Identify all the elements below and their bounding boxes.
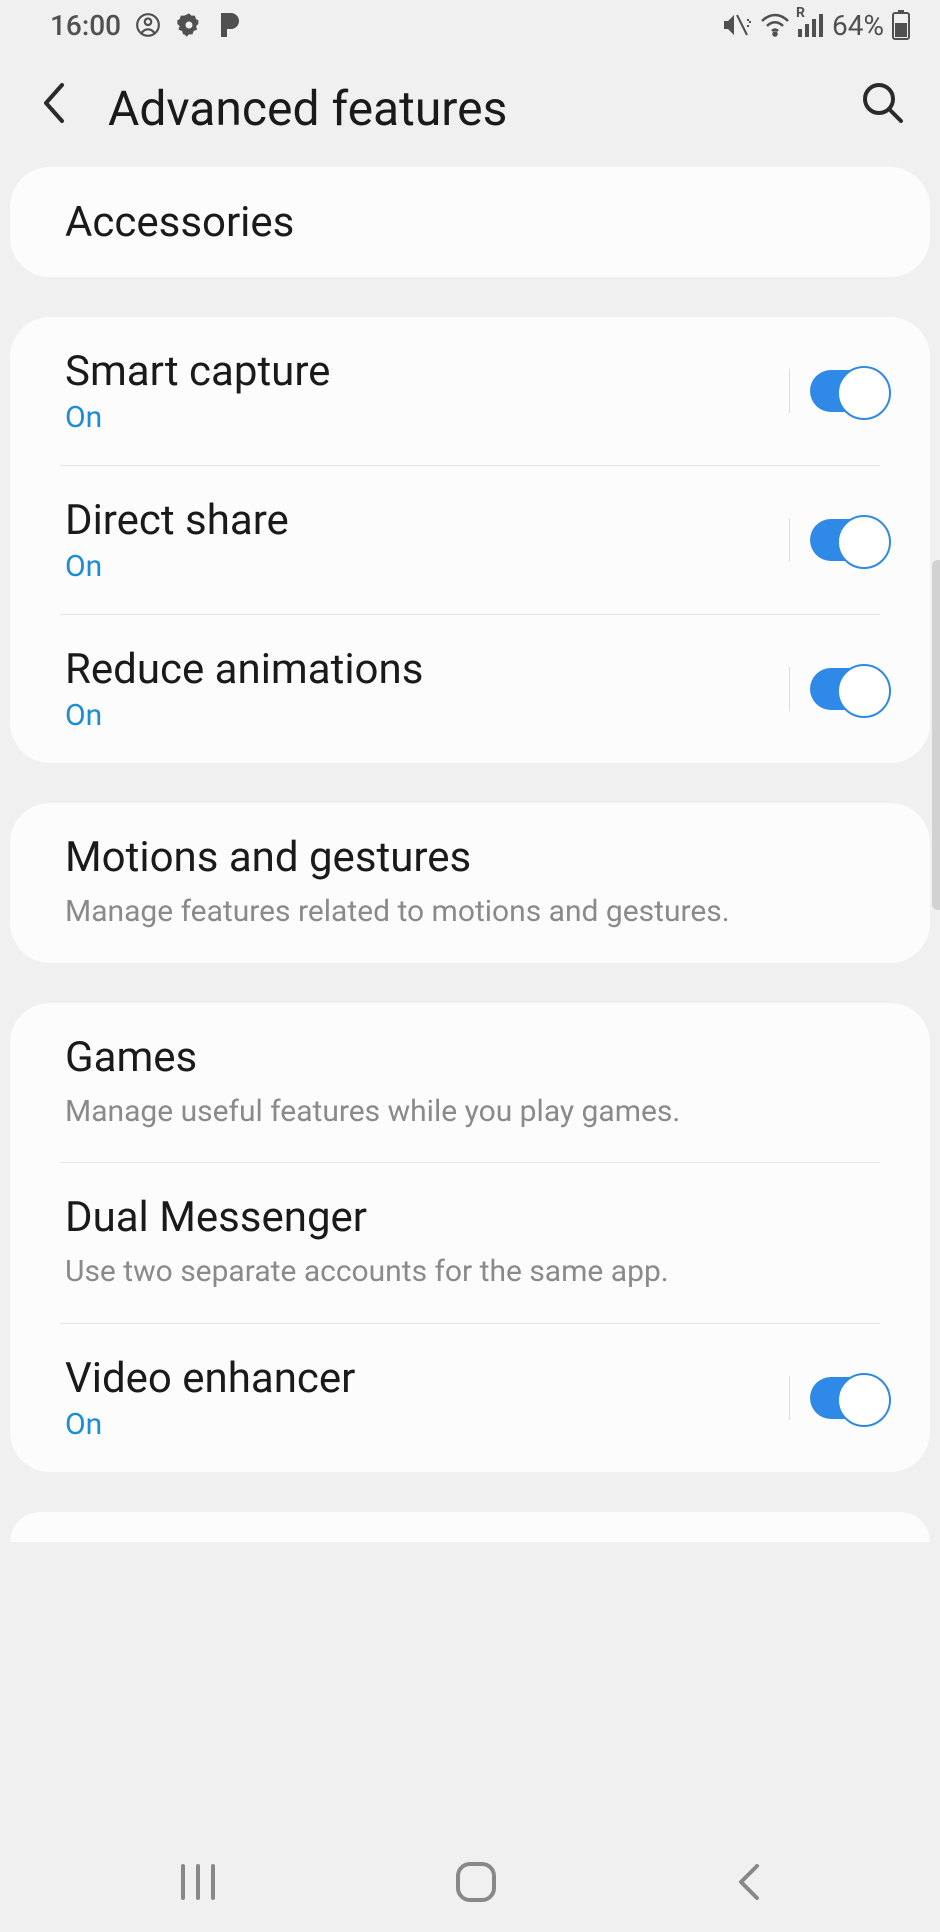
nav-recents[interactable]	[177, 1862, 219, 1902]
card-accessories: Accessories	[10, 167, 930, 277]
signal-icon: R	[798, 13, 824, 37]
row-video-enhancer[interactable]: Video enhancer On	[10, 1324, 930, 1472]
toggle-divider	[789, 369, 790, 413]
smart-capture-title: Smart capture	[65, 347, 789, 396]
card-toggles: Smart capture On Direct share On Reduce …	[10, 317, 930, 763]
gear-badge-icon	[175, 11, 203, 39]
toggle-divider	[789, 1376, 790, 1420]
battery-percent: 64%	[832, 9, 884, 42]
card-motions: Motions and gestures Manage features rel…	[10, 803, 930, 963]
games-title: Games	[65, 1033, 880, 1082]
direct-share-title: Direct share	[65, 496, 789, 545]
motions-subtitle: Manage features related to motions and g…	[65, 892, 880, 933]
app-header: Advanced features	[0, 50, 940, 167]
status-right: R 64%	[722, 9, 910, 42]
toggle-divider	[789, 518, 790, 562]
row-motions-gestures[interactable]: Motions and gestures Manage features rel…	[10, 803, 930, 963]
smart-capture-status: On	[65, 400, 789, 435]
motions-title: Motions and gestures	[65, 833, 880, 882]
status-bar: 16:00 R 64%	[0, 0, 940, 50]
card-misc: Games Manage useful features while you p…	[10, 1003, 930, 1472]
p-icon	[217, 11, 241, 39]
video-enhancer-toggle[interactable]	[810, 1377, 890, 1419]
video-enhancer-title: Video enhancer	[65, 1354, 789, 1403]
reduce-animations-status: On	[65, 698, 789, 733]
status-time: 16:00	[50, 9, 121, 42]
page-title: Advanced features	[108, 80, 821, 137]
dual-messenger-title: Dual Messenger	[65, 1193, 880, 1242]
direct-share-toggle[interactable]	[810, 519, 890, 561]
accessories-label: Accessories	[65, 198, 880, 247]
smart-capture-toggle[interactable]	[810, 370, 890, 412]
row-smart-capture[interactable]: Smart capture On	[10, 317, 930, 465]
row-accessories[interactable]: Accessories	[10, 167, 930, 277]
reduce-animations-toggle[interactable]	[810, 668, 890, 710]
video-enhancer-status: On	[65, 1407, 789, 1442]
battery-icon	[892, 10, 910, 40]
account-icon	[135, 12, 161, 38]
row-games[interactable]: Games Manage useful features while you p…	[10, 1003, 930, 1163]
games-subtitle: Manage useful features while you play ga…	[65, 1092, 880, 1133]
mute-vibrate-icon	[722, 11, 752, 39]
nav-home[interactable]	[454, 1860, 498, 1904]
row-reduce-animations[interactable]: Reduce animations On	[10, 615, 930, 763]
wifi-icon	[760, 13, 790, 37]
row-direct-share[interactable]: Direct share On	[10, 466, 930, 614]
back-button[interactable]	[40, 81, 68, 137]
toggle-divider	[789, 667, 790, 711]
nav-bar	[0, 1832, 940, 1932]
search-button[interactable]	[861, 81, 905, 136]
reduce-animations-title: Reduce animations	[65, 645, 789, 694]
row-dual-messenger[interactable]: Dual Messenger Use two separate accounts…	[10, 1163, 930, 1323]
direct-share-status: On	[65, 549, 789, 584]
card-next-peek	[10, 1512, 930, 1542]
status-left: 16:00	[50, 9, 241, 42]
scroll-indicator[interactable]	[932, 560, 940, 910]
nav-back[interactable]	[733, 1860, 763, 1904]
dual-messenger-subtitle: Use two separate accounts for the same a…	[65, 1252, 880, 1293]
